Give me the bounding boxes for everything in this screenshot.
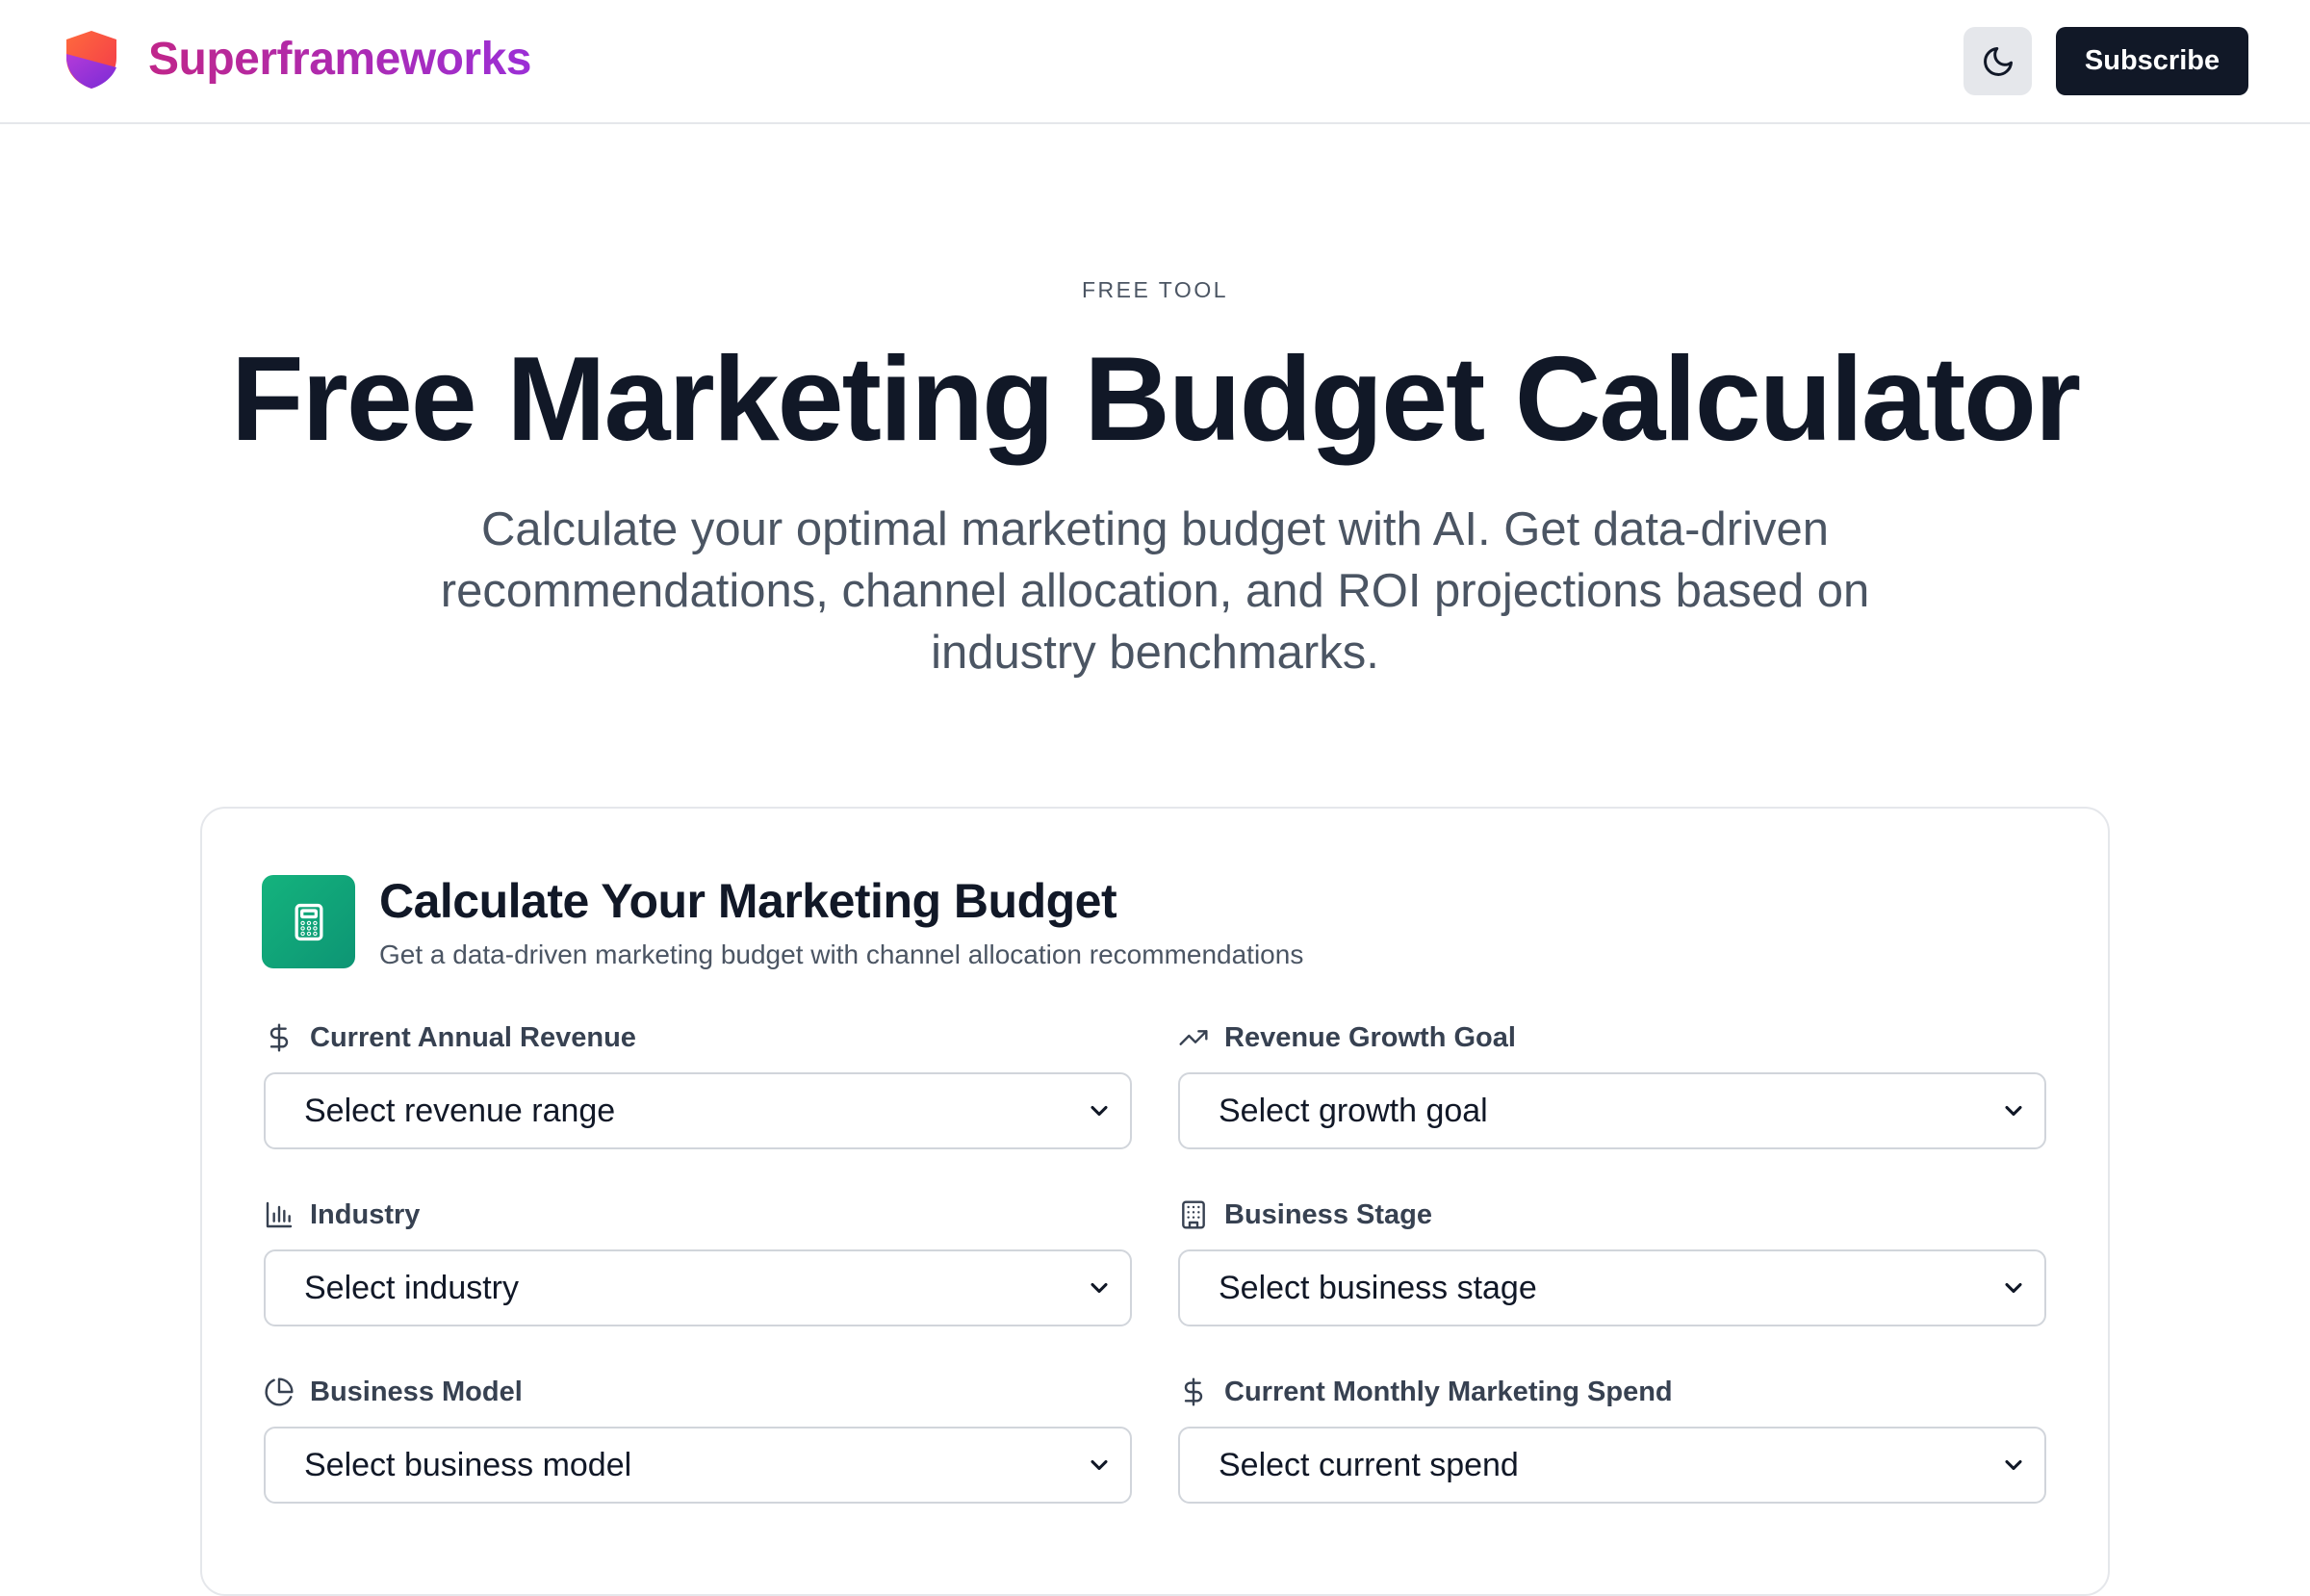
trending-up-icon bbox=[1179, 1030, 1208, 1045]
site-header: Superframeworks Subscribe bbox=[0, 0, 2310, 124]
annual-revenue-select[interactable]: Select revenue range bbox=[264, 1072, 1132, 1149]
dollar-icon bbox=[270, 1023, 289, 1052]
chevron-down-icon bbox=[1091, 1282, 1108, 1294]
business-stage-select[interactable]: Select business stage bbox=[1178, 1249, 2046, 1326]
chevron-down-icon bbox=[2005, 1105, 2022, 1117]
business-model-value: Select business model bbox=[304, 1446, 632, 1483]
growth-goal-label-text: Revenue Growth Goal bbox=[1224, 1021, 1516, 1053]
pie-chart-icon bbox=[265, 1377, 294, 1406]
business-stage-label-text: Business Stage bbox=[1224, 1198, 1432, 1230]
bar-chart-icon bbox=[266, 1201, 293, 1228]
hero-eyebrow: FREE TOOL bbox=[1081, 277, 1229, 302]
industry-label-text: Industry bbox=[310, 1198, 421, 1230]
dollar-icon bbox=[1184, 1377, 1203, 1406]
theme-toggle-button[interactable] bbox=[1964, 27, 2032, 95]
chevron-down-icon bbox=[2005, 1282, 2022, 1294]
subscribe-button[interactable]: Subscribe bbox=[2056, 27, 2248, 95]
business-model-label-text: Business Model bbox=[310, 1376, 523, 1407]
moon-icon bbox=[1983, 46, 2013, 76]
business-model-select[interactable]: Select business model bbox=[264, 1427, 1132, 1504]
shield-logo-icon bbox=[66, 31, 116, 89]
business-stage-value: Select business stage bbox=[1219, 1269, 1537, 1306]
brand-name: Superframeworks bbox=[148, 29, 532, 90]
industry-select[interactable]: Select industry bbox=[264, 1249, 1132, 1326]
business-stage-label: Business Stage bbox=[1178, 1196, 1432, 1234]
growth-goal-value: Select growth goal bbox=[1219, 1092, 1488, 1129]
brand-link[interactable]: Superframeworks bbox=[64, 29, 532, 90]
hero-subtitle: Calculate your optimal marketing budget … bbox=[440, 503, 1870, 679]
growth-goal-select[interactable]: Select growth goal bbox=[1178, 1072, 2046, 1149]
industry-label: Industry bbox=[264, 1196, 420, 1234]
industry-value: Select industry bbox=[304, 1269, 519, 1306]
growth-goal-label: Revenue Growth Goal bbox=[1178, 1018, 1516, 1057]
card-title: Calculate Your Marketing Budget bbox=[379, 874, 1117, 928]
page-title: Free Marketing Budget Calculator bbox=[230, 333, 2081, 466]
calculator-icon bbox=[295, 903, 322, 940]
chevron-down-icon bbox=[1091, 1459, 1108, 1471]
building-icon bbox=[1182, 1200, 1205, 1229]
business-model-label: Business Model bbox=[264, 1373, 523, 1411]
chevron-down-icon bbox=[2005, 1459, 2022, 1471]
monthly-spend-value: Select current spend bbox=[1219, 1446, 1519, 1483]
monthly-spend-select[interactable]: Select current spend bbox=[1178, 1427, 2046, 1504]
chevron-down-icon bbox=[1091, 1105, 1108, 1117]
annual-revenue-label: Current Annual Revenue bbox=[264, 1018, 636, 1057]
monthly-spend-label-text: Current Monthly Marketing Spend bbox=[1224, 1376, 1673, 1407]
annual-revenue-label-text: Current Annual Revenue bbox=[310, 1021, 636, 1053]
card-subtitle: Get a data-driven marketing budget with … bbox=[379, 940, 1304, 969]
annual-revenue-value: Select revenue range bbox=[304, 1092, 616, 1129]
monthly-spend-label: Current Monthly Marketing Spend bbox=[1178, 1373, 1673, 1411]
calculator-badge bbox=[262, 875, 355, 968]
